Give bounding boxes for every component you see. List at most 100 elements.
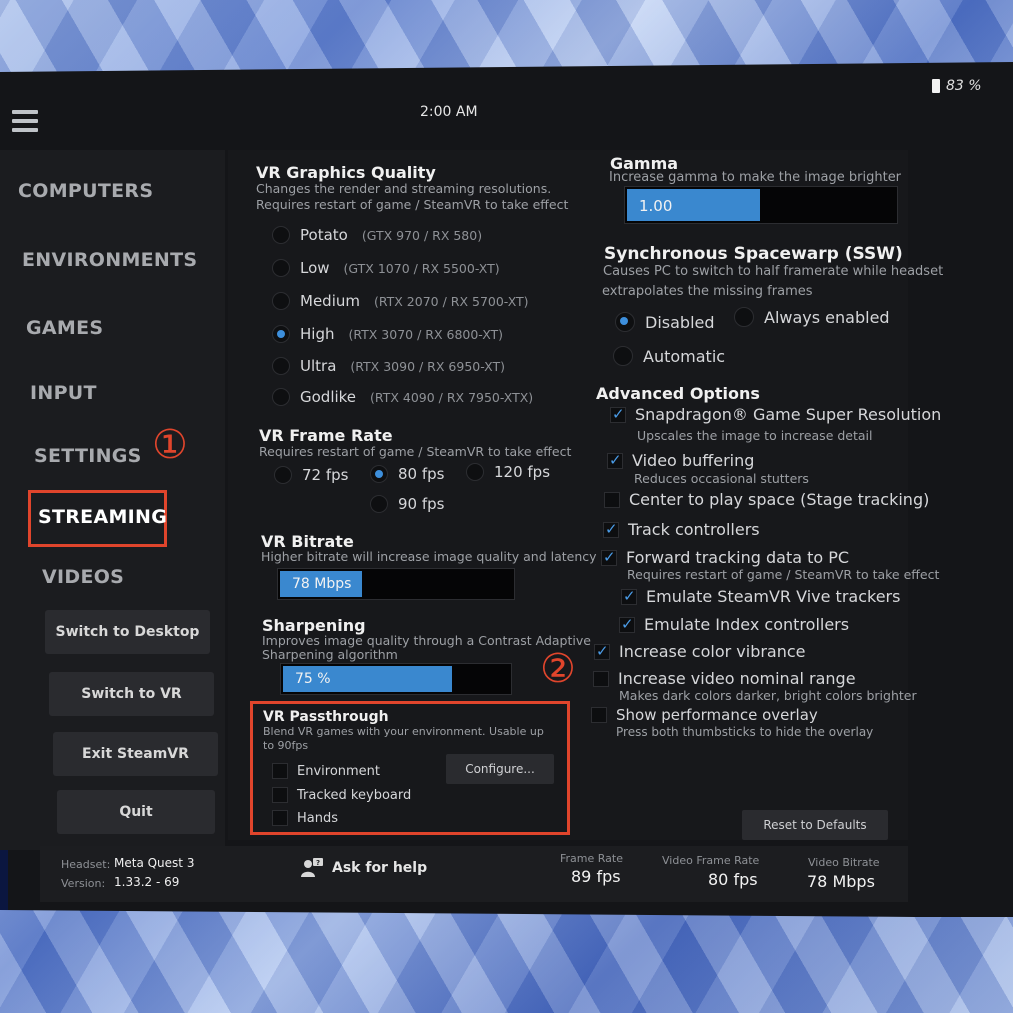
frame-rate-desc: Requires restart of game / SteamVR to ta… [259, 444, 572, 459]
nav-games[interactable]: GAMES [26, 317, 103, 339]
graphics-quality-title: VR Graphics Quality [256, 163, 436, 182]
adv-snapdragon-gsr[interactable]: Snapdragon® Game Super Resolution [610, 405, 941, 424]
nav-streaming[interactable]: STREAMING [38, 506, 167, 528]
annotation-1: ① [152, 422, 188, 468]
gamma-value: 1.00 [639, 197, 673, 215]
bitrate-desc: Higher bitrate will increase image quali… [261, 549, 597, 564]
battery-percent: 83 % [946, 78, 982, 94]
checkbox[interactable] [593, 670, 609, 687]
video-bitrate-label: Video Bitrate [808, 856, 880, 869]
passthrough-desc-1: Blend VR games with your environment. Us… [263, 725, 544, 738]
svg-text:?: ? [316, 859, 320, 867]
checkbox[interactable] [591, 707, 607, 723]
radio-button[interactable] [272, 259, 290, 277]
bitrate-slider[interactable]: 78 Mbps [277, 568, 515, 600]
quality-option-high[interactable]: High (RTX 3070 / RX 6800-XT) [272, 325, 503, 343]
quality-option-potato[interactable]: Potato (GTX 970 / RX 580) [272, 226, 482, 244]
adv-emulate-vive-trackers[interactable]: Emulate SteamVR Vive trackers [621, 587, 900, 606]
ssw-option-always-enabled[interactable]: Always enabled [734, 307, 890, 327]
adv-track-controllers[interactable]: Track controllers [603, 520, 760, 539]
radio-button[interactable] [370, 495, 388, 513]
radio-button-selected[interactable] [370, 465, 388, 483]
advanced-title: Advanced Options [596, 384, 760, 403]
quality-option-ultra[interactable]: Ultra (RTX 3090 / RX 6950-XT) [272, 357, 505, 375]
frame-rate-title: VR Frame Rate [259, 426, 393, 445]
radio-button[interactable] [272, 388, 290, 406]
checkbox-checked[interactable] [621, 587, 637, 605]
checkbox[interactable] [272, 787, 288, 803]
adv-performance-overlay[interactable]: Show performance overlay [591, 706, 818, 724]
quality-option-medium[interactable]: Medium (RTX 2070 / RX 5700-XT) [272, 292, 529, 310]
adv-performance-overlay-sub: Press both thumbsticks to hide the overl… [616, 725, 874, 739]
radio-button[interactable] [274, 466, 292, 484]
passthrough-tracked-keyboard[interactable]: Tracked keyboard [272, 787, 411, 803]
adv-snapdragon-gsr-sub: Upscales the image to increase detail [637, 428, 873, 443]
checkbox[interactable] [272, 810, 288, 826]
switch-to-vr-button[interactable]: Switch to VR [49, 672, 214, 716]
battery-indicator: 83 % [932, 78, 982, 94]
frame-rate-value: 89 fps [571, 867, 621, 886]
headset-label: Headset: [61, 858, 111, 871]
radio-button[interactable] [272, 292, 290, 310]
adv-video-nominal-range-sub: Makes dark colors darker, bright colors … [619, 688, 917, 703]
adv-video-nominal-range[interactable]: Increase video nominal range [593, 669, 856, 688]
radio-button[interactable] [272, 226, 290, 244]
nav-videos[interactable]: VIDEOS [42, 566, 124, 588]
quality-option-godlike[interactable]: Godlike (RTX 4090 / RX 7950-XTX) [272, 388, 533, 406]
annotation-2: ② [540, 646, 576, 692]
passthrough-desc-2: to 90fps [263, 739, 309, 752]
clock: 2:00 AM [420, 104, 478, 120]
bitrate-value: 78 Mbps [292, 576, 352, 592]
sharpening-desc-2: Sharpening algorithm [262, 647, 398, 662]
adv-center-play-space[interactable]: Center to play space (Stage tracking) [604, 490, 929, 509]
checkbox[interactable] [272, 763, 288, 779]
checkbox-checked[interactable] [610, 405, 626, 423]
hamburger-menu-icon[interactable] [12, 110, 38, 132]
checkbox-checked[interactable] [607, 451, 623, 469]
checkbox-checked[interactable] [619, 615, 635, 633]
radio-button[interactable] [613, 346, 633, 366]
adv-increase-color-vibrance[interactable]: Increase color vibrance [594, 642, 806, 661]
quit-button[interactable]: Quit [57, 790, 215, 834]
ssw-option-automatic[interactable]: Automatic [613, 346, 725, 366]
adv-video-buffering[interactable]: Video buffering [607, 451, 754, 470]
adv-forward-tracking-sub: Requires restart of game / SteamVR to ta… [627, 567, 940, 582]
nav-input[interactable]: INPUT [30, 382, 97, 404]
battery-icon [932, 79, 940, 93]
checkbox-checked[interactable] [603, 520, 619, 538]
radio-button-selected[interactable] [615, 312, 635, 332]
switch-to-desktop-button[interactable]: Switch to Desktop [45, 610, 210, 654]
fps-option-120[interactable]: 120 fps [466, 463, 550, 481]
fps-option-80[interactable]: 80 fps [370, 465, 444, 483]
radio-button[interactable] [272, 357, 290, 375]
fps-option-72[interactable]: 72 fps [274, 466, 348, 484]
status-footer [40, 846, 908, 902]
passthrough-environment[interactable]: Environment [272, 763, 380, 779]
nav-computers[interactable]: COMPUTERS [18, 180, 153, 202]
radio-button[interactable] [734, 307, 754, 327]
reset-to-defaults-button[interactable]: Reset to Defaults [742, 810, 888, 840]
gamma-slider[interactable]: 1.00 [624, 186, 898, 224]
ask-for-help-button[interactable]: ? Ask for help [300, 858, 427, 878]
ssw-option-disabled[interactable]: Disabled [615, 312, 715, 332]
nav-settings[interactable]: SETTINGS [34, 445, 142, 467]
quality-option-low[interactable]: Low (GTX 1070 / RX 5500-XT) [272, 259, 500, 277]
adv-forward-tracking[interactable]: Forward tracking data to PC [601, 548, 849, 567]
fps-option-90[interactable]: 90 fps [370, 495, 444, 513]
passthrough-hands[interactable]: Hands [272, 810, 338, 826]
adv-emulate-index-controllers[interactable]: Emulate Index controllers [619, 615, 849, 634]
frame-rate-label: Frame Rate [560, 852, 623, 865]
checkbox-checked[interactable] [594, 642, 610, 660]
passthrough-title: VR Passthrough [263, 709, 389, 725]
nav-environments[interactable]: ENVIRONMENTS [22, 249, 197, 271]
sharpening-slider[interactable]: 75 % [280, 663, 512, 695]
exit-steamvr-button[interactable]: Exit SteamVR [53, 732, 218, 776]
radio-button-selected[interactable] [272, 325, 290, 343]
radio-button[interactable] [466, 463, 484, 481]
checkbox-checked[interactable] [601, 548, 617, 566]
checkbox[interactable] [604, 491, 620, 508]
gamma-desc: Increase gamma to make the image brighte… [609, 170, 902, 185]
version-label: Version: [61, 877, 106, 890]
configure-button[interactable]: Configure... [446, 754, 554, 784]
graphics-quality-desc-2: Requires restart of game / SteamVR to ta… [256, 197, 569, 212]
